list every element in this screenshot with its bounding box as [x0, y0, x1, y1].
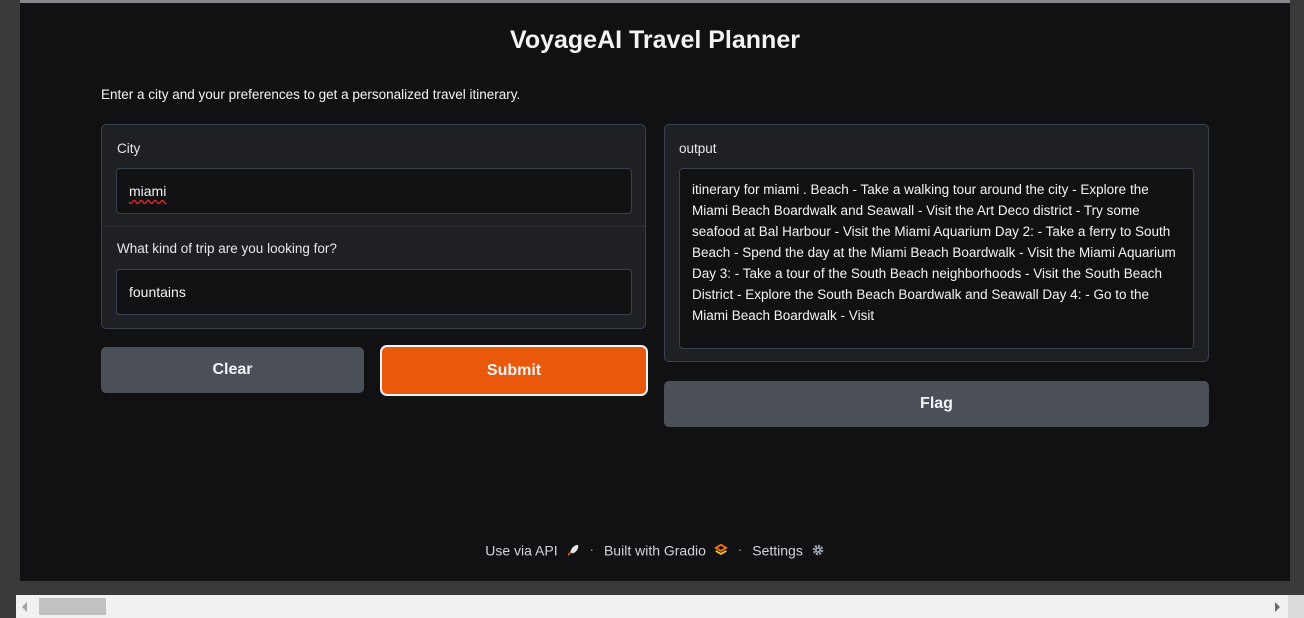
use-via-api-link[interactable]: Use via API — [485, 541, 583, 558]
trip-input-value: fountains — [129, 284, 186, 300]
footer: Use via API · Built with Gradio · Settin… — [20, 540, 1290, 558]
scrollbar-thumb[interactable] — [39, 598, 106, 615]
settings-label: Settings — [752, 541, 803, 558]
app-window: VoyageAI Travel Planner Enter a city and… — [20, 0, 1290, 581]
submit-button[interactable]: Submit — [382, 347, 646, 394]
clear-button[interactable]: Clear — [101, 347, 364, 393]
scrollbar-corner — [1288, 595, 1304, 618]
rocket-icon — [567, 544, 578, 556]
flag-button[interactable]: Flag — [664, 381, 1209, 427]
footer-separator: · — [589, 541, 595, 558]
built-with-gradio-link[interactable]: Built with Gradio — [603, 541, 732, 558]
settings-link[interactable]: Settings — [752, 541, 824, 558]
output-textbox[interactable]: itinerary for miami . Beach - Take a wal… — [679, 168, 1194, 349]
page-title: VoyageAI Travel Planner — [510, 26, 800, 54]
gradio-logo-icon — [713, 543, 728, 555]
output-label: output — [679, 141, 717, 156]
trip-label: What kind of trip are you looking for? — [117, 241, 337, 256]
output-panel: output itinerary for miami . Beach - Tak… — [664, 124, 1209, 362]
input-divider — [102, 226, 645, 227]
footer-separator: · — [737, 541, 743, 558]
built-with-gradio-label: Built with Gradio — [603, 541, 706, 558]
input-panel: City miami What kind of trip are you loo… — [101, 124, 646, 329]
horizontal-scrollbar[interactable] — [16, 595, 1288, 618]
trip-input[interactable]: fountains — [116, 269, 632, 315]
top-edge — [20, 0, 1290, 3]
use-via-api-label: Use via API — [485, 541, 558, 558]
city-label: City — [117, 141, 141, 156]
city-input[interactable]: miami — [116, 168, 632, 214]
scroll-left-arrow-icon[interactable] — [22, 602, 27, 612]
page-description: Enter a city and your preferences to get… — [101, 87, 521, 102]
scroll-right-arrow-icon[interactable] — [1275, 602, 1280, 612]
gear-icon — [812, 544, 823, 556]
city-input-value: miami — [129, 183, 167, 199]
